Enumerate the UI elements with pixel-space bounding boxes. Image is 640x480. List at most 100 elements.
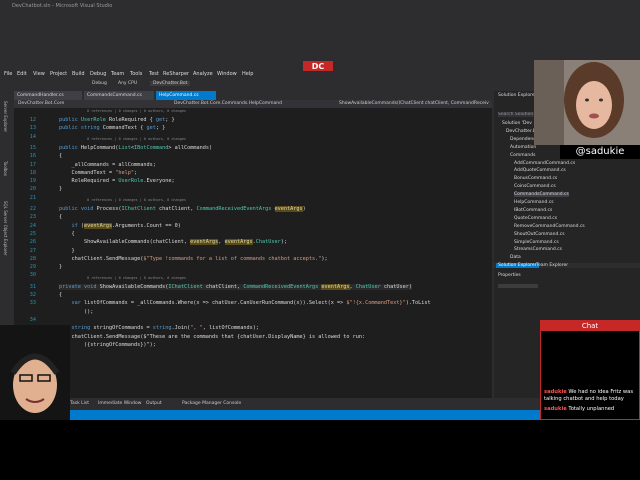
solution-item[interactable]: SimpleCommand.cs	[514, 240, 559, 245]
code-line[interactable]: public string CommandText { get; }	[59, 125, 165, 131]
bottom-tab-2[interactable]: Immediate Window	[98, 401, 141, 406]
bottom-tab-3[interactable]: Output	[146, 401, 162, 406]
code-line[interactable]: {	[59, 231, 74, 237]
code-editor[interactable]: 0 references | 0 changes | 0 authors, 0 …	[14, 108, 492, 398]
bottom-tool-tabs: Error ListTask ListImmediate WindowOutpu…	[28, 400, 498, 408]
codelens[interactable]: 0 references | 0 changes | 0 authors, 0 …	[87, 109, 186, 113]
config-dropdown[interactable]: Debug	[92, 81, 107, 86]
solution-item[interactable]: StreamsCommand.cs	[514, 247, 562, 252]
chat-username: sadukie	[544, 406, 567, 412]
line-number: 18	[29, 169, 36, 176]
code-line[interactable]: if (eventArgs.Arguments.Count == 0)	[59, 222, 181, 229]
line-number: 28	[29, 255, 36, 262]
codelens[interactable]: 0 references | 0 changes | 0 authors, 0 …	[87, 198, 186, 202]
tab-commandhandler[interactable]: CommandHandler.cs	[14, 91, 82, 100]
menu-item-view[interactable]: View	[33, 71, 45, 77]
line-number: 24	[29, 222, 36, 229]
code-line[interactable]: {	[59, 214, 62, 220]
solution-item[interactable]: Data	[510, 255, 521, 260]
solution-item[interactable]: ShoutOutCommand.cs	[514, 232, 565, 237]
guest-handle: @sadukie	[560, 145, 640, 159]
chat-message: sadukie We had no idea Fritz was talking…	[544, 389, 638, 403]
sql-object-explorer-tab[interactable]: SQL Server Object Explorer	[3, 201, 8, 256]
code-line[interactable]: public UserRole RoleRequired { get; }	[59, 117, 175, 123]
solution-item[interactable]: RemoveCommandCommand.cs	[514, 224, 585, 229]
code-line[interactable]: }	[59, 264, 62, 270]
codelens[interactable]: 0 references | 0 changes | 0 authors, 0 …	[87, 137, 186, 141]
solution-item[interactable]: AddCommandCommand.cs	[514, 161, 575, 166]
line-number: 13	[29, 125, 36, 132]
server-explorer-tab[interactable]: Server Explorer	[3, 101, 8, 132]
code-line[interactable]: CommandText = "help";	[59, 170, 137, 176]
line-number: 33	[29, 300, 36, 307]
toolbox-tab[interactable]: Toolbox	[3, 161, 8, 176]
title-bar: DevChatbot.sln - Microsoft Visual Studio	[0, 0, 640, 13]
line-number: 29	[29, 264, 36, 271]
menu-item-project[interactable]: Project	[50, 71, 67, 77]
menu-item-team[interactable]: Team	[111, 71, 124, 77]
line-number: 31	[29, 283, 36, 290]
tab-commandscommand[interactable]: CommandsCommand.cs	[84, 91, 154, 100]
webcam-host	[0, 325, 70, 420]
menu-item-file[interactable]: File	[4, 71, 12, 77]
solution-explorer-title: Solution Explorer	[498, 93, 537, 98]
code-line[interactable]: ({stringOfCommands})");	[59, 342, 156, 348]
solution-item[interactable]: IBotCommand.cs	[514, 208, 552, 213]
bottom-tab-1[interactable]: Task List	[70, 401, 89, 406]
code-line[interactable]: ();	[59, 309, 93, 315]
start-button[interactable]: DevChatter.Bot	[150, 81, 191, 86]
window-title: DevChatbot.sln - Microsoft Visual Studio	[12, 3, 113, 9]
menu-item-help[interactable]: Help	[242, 71, 253, 77]
bottom-tab-4[interactable]: Package Manager Console	[182, 401, 241, 406]
code-line[interactable]: chatClient.SendMessage($"These are the c…	[59, 334, 365, 340]
properties-title: Properties	[498, 273, 521, 278]
line-number: 26	[29, 239, 36, 246]
solution-item[interactable]: Commands	[510, 153, 535, 158]
code-line[interactable]: }	[59, 248, 74, 254]
line-number: 20	[29, 186, 36, 193]
code-line[interactable]: private void ShowAvailableCommands(IChat…	[59, 283, 412, 290]
solution-item[interactable]: AddQuoteCommand.cs	[514, 168, 566, 173]
project-dropdown[interactable]: DevChatter.Bot.Core	[18, 100, 64, 108]
code-line[interactable]: public void Process(IChatClient chatClie…	[59, 206, 306, 212]
chat-username: sadukie	[544, 389, 567, 395]
line-number: 21	[29, 194, 36, 201]
solution-item[interactable]: CoinsCommand.cs	[514, 184, 556, 189]
code-line[interactable]: var listOfCommands = _allCommands.Where(…	[59, 300, 431, 306]
code-line[interactable]: }	[59, 186, 62, 192]
menu-item-edit[interactable]: Edit	[17, 71, 27, 77]
chat-message: sadukie Totally unplanned	[544, 406, 638, 413]
solution-search-input[interactable]: Search Solution Explorer (Ctrl+;)	[498, 112, 538, 117]
menu-item-test[interactable]: Test	[149, 71, 159, 77]
menu-item-debug[interactable]: Debug	[90, 71, 106, 77]
solution-item[interactable]: HelpCommand.cs	[514, 200, 554, 205]
code-line[interactable]: {	[59, 153, 62, 159]
menu-item-window[interactable]: Window	[217, 71, 237, 77]
code-line[interactable]: public HelpCommand(List<IBotCommand> all…	[59, 145, 212, 151]
menu-item-analyze[interactable]: Analyze	[193, 71, 213, 77]
codelens[interactable]: 0 references | 0 changes | 0 authors, 0 …	[87, 276, 186, 280]
menu-item-build[interactable]: Build	[72, 71, 85, 77]
platform-dropdown[interactable]: Any CPU	[118, 81, 137, 86]
menu-item-tools[interactable]: Tools	[130, 71, 142, 77]
chat-overlay: Chat sadukie We had no idea Fritz was ta…	[540, 320, 640, 420]
code-line[interactable]: RoleRequired = UserRole.Everyone;	[59, 178, 174, 184]
code-line[interactable]: chatClient.SendMessage($"Type !commands …	[59, 256, 327, 262]
code-line[interactable]: {	[59, 292, 62, 298]
solution-item[interactable]: Automation	[510, 145, 536, 150]
code-line[interactable]: _allCommands = allCommands;	[59, 162, 155, 168]
tab-helpcommand[interactable]: HelpCommand.cs	[156, 91, 216, 100]
chat-title: Chat	[541, 321, 639, 331]
member-dropdown[interactable]: ShowAvailableCommands(IChatClient chatCl…	[339, 100, 489, 108]
solution-item[interactable]: BonusCommand.cs	[514, 176, 557, 181]
menu-item-resharper[interactable]: ReSharper	[163, 71, 189, 77]
line-number: 17	[29, 161, 36, 168]
solution-item[interactable]: QuoteCommand.cs	[514, 216, 557, 221]
code-line[interactable]: ShowAvailableCommands(chatClient, eventA…	[59, 239, 287, 246]
solution-item[interactable]: Solution 'Dev	[502, 121, 532, 126]
class-dropdown[interactable]: DevChatter.Bot.Core.Commands.HelpCommand	[174, 100, 282, 108]
code-line[interactable]: string stringOfCommands = string.Join(",…	[59, 325, 259, 331]
line-number: 16	[29, 153, 36, 160]
solution-item[interactable]: CommandsCommand.cs	[514, 192, 569, 198]
properties-dropdown[interactable]	[498, 284, 538, 288]
